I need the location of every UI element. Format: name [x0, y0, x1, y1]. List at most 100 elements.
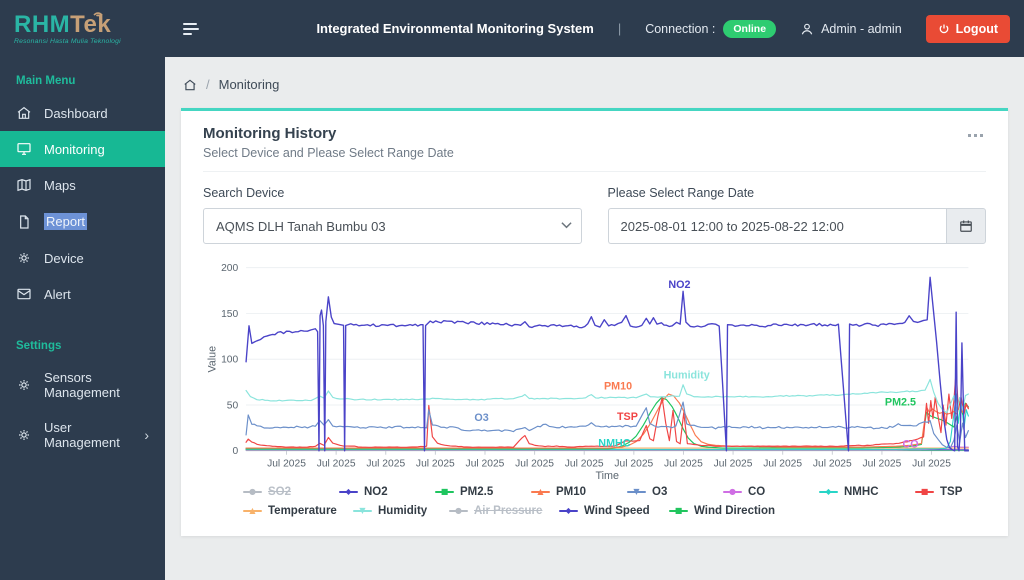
svg-text:CO: CO: [903, 438, 919, 450]
home-icon[interactable]: [183, 78, 197, 92]
legend-item-wind-speed[interactable]: ◆ Wind Speed: [559, 505, 669, 517]
legend-marker-icon: ■: [915, 487, 934, 497]
svg-text:NMHC: NMHC: [598, 437, 631, 449]
sidebar-item-monitoring[interactable]: Monitoring: [0, 131, 165, 167]
svg-text:PM10: PM10: [604, 381, 632, 393]
sidebar-item-device[interactable]: Device: [0, 240, 165, 276]
breadcrumb: / Monitoring: [183, 77, 1008, 92]
svg-text:Jul 2025: Jul 2025: [813, 458, 852, 469]
legend-label: PM2.5: [460, 486, 494, 498]
svg-text:Jul 2025: Jul 2025: [565, 458, 604, 469]
wifi-signal-icon: [93, 11, 103, 17]
search-device-label: Search Device: [203, 186, 285, 200]
logout-button[interactable]: Logout: [925, 14, 1010, 43]
logo-tagline: Resonansi Hasta Mulia Teknologi: [14, 37, 121, 45]
sidebar-item-label: Sensors Management: [44, 370, 120, 400]
device-select[interactable]: AQMS DLH Tanah Bumbu 03: [203, 208, 582, 244]
legend-marker-icon: ●: [449, 506, 468, 516]
legend-item-no2[interactable]: ◆ NO2: [339, 486, 435, 498]
header-divider: |: [617, 21, 622, 36]
sidebar-section-settings: Settings: [16, 340, 62, 352]
svg-text:Jul 2025: Jul 2025: [366, 458, 405, 469]
legend-marker-icon: ◆: [339, 487, 358, 497]
svg-text:TSP: TSP: [617, 411, 638, 423]
svg-text:Jul 2025: Jul 2025: [714, 458, 753, 469]
menu-toggle-icon[interactable]: [179, 19, 203, 39]
connection-status: Connection : Online: [645, 19, 777, 38]
connection-label: Connection :: [645, 21, 716, 36]
sidebar-item-dashboard[interactable]: Dashboard: [0, 95, 165, 131]
gear-icon: [19, 430, 29, 440]
legend-item-nmhc[interactable]: ◆ NMHC: [819, 486, 915, 498]
monitor-icon: [17, 143, 31, 155]
range-date-label: Please Select Range Date: [607, 186, 755, 200]
map-icon: [17, 178, 31, 192]
sidebar-item-label: Alert: [44, 286, 71, 302]
legend-item-pm10[interactable]: ▲ PM10: [531, 486, 627, 498]
legend-item-wind-direction[interactable]: ■ Wind Direction: [669, 505, 779, 517]
online-badge: Online: [723, 19, 777, 38]
legend-label: Wind Speed: [584, 505, 650, 517]
chart-legend: ● SO2 ◆ NO2 ■ PM2.5 ▲ PM10 ▼ O3 ● CO ◆ NMHC ■ TSP ▲ Tempe…: [203, 486, 986, 517]
main-content: / Monitoring Monitoring History Select D…: [165, 57, 1024, 580]
legend-label: TSP: [940, 486, 963, 498]
legend-marker-icon: ◆: [559, 506, 578, 516]
sidebar-item-label: User Management: [44, 420, 120, 450]
svg-text:50: 50: [227, 400, 239, 411]
sidebar-item-user-management[interactable]: User Management ›: [0, 410, 165, 460]
legend-label: Wind Direction: [694, 505, 776, 517]
legend-item-o3[interactable]: ▼ O3: [627, 486, 723, 498]
app-title: Integrated Environmental Monitoring Syst…: [316, 21, 594, 36]
sidebar-item-report[interactable]: Report: [0, 203, 165, 240]
breadcrumb-current: Monitoring: [218, 77, 280, 92]
legend-marker-icon: ●: [243, 487, 262, 497]
legend-label: SO2: [268, 486, 292, 498]
legend-item-tsp[interactable]: ■ TSP: [915, 486, 1011, 498]
legend-marker-icon: ▼: [353, 506, 372, 516]
sidebar-item-label: Device: [44, 250, 84, 266]
svg-text:Jul 2025: Jul 2025: [863, 458, 902, 469]
breadcrumb-separator: /: [206, 77, 210, 92]
svg-text:150: 150: [221, 309, 238, 320]
user-menu[interactable]: Admin - admin: [800, 22, 902, 36]
legend-marker-icon: ▲: [243, 506, 262, 516]
legend-label: CO: [748, 486, 766, 498]
svg-text:200: 200: [221, 263, 238, 274]
sidebar-item-label: Maps: [44, 177, 76, 193]
legend-item-pm2-5[interactable]: ■ PM2.5: [435, 486, 531, 498]
legend-item-air-pressure[interactable]: ● Air Pressure: [449, 505, 559, 517]
svg-text:Jul 2025: Jul 2025: [267, 458, 306, 469]
range-date-input[interactable]: [607, 208, 946, 244]
card-menu-icon[interactable]: [965, 131, 986, 140]
svg-text:NO2: NO2: [668, 279, 690, 291]
sidebar-item-maps[interactable]: Maps: [0, 167, 165, 203]
svg-text:0: 0: [233, 446, 239, 457]
monitoring-history-card: Monitoring History Select Device and Ple…: [181, 108, 1008, 536]
logo: RHMTek Resonansi Hasta Mulia Teknologi: [0, 10, 165, 45]
svg-text:PM2.5: PM2.5: [885, 396, 916, 408]
svg-text:Jul 2025: Jul 2025: [416, 458, 455, 469]
card-subtitle: Select Device and Please Select Range Da…: [203, 146, 454, 160]
svg-text:Jul 2025: Jul 2025: [317, 458, 356, 469]
legend-item-temperature[interactable]: ▲ Temperature: [243, 505, 353, 517]
legend-marker-icon: ■: [669, 506, 688, 516]
gear-icon: [19, 253, 29, 263]
calendar-icon: [960, 220, 972, 232]
calendar-button[interactable]: [946, 208, 986, 244]
legend-item-co[interactable]: ● CO: [723, 486, 819, 498]
sidebar-item-sensors-management[interactable]: Sensors Management: [0, 360, 165, 410]
svg-text:Time: Time: [595, 470, 619, 482]
svg-text:100: 100: [221, 355, 238, 366]
svg-text:Jul 2025: Jul 2025: [763, 458, 802, 469]
home-icon: [17, 106, 31, 119]
sidebar-item-alert[interactable]: Alert: [0, 276, 165, 312]
legend-item-so2[interactable]: ● SO2: [243, 486, 339, 498]
legend-label: Temperature: [268, 505, 337, 517]
logo-text-primary: RHM: [14, 10, 71, 38]
logout-label: Logout: [955, 21, 998, 36]
legend-marker-icon: ◆: [819, 487, 838, 497]
file-icon: [20, 214, 29, 229]
legend-label: Air Pressure: [474, 505, 543, 517]
svg-text:O3: O3: [474, 412, 488, 424]
legend-item-humidity[interactable]: ▼ Humidity: [353, 505, 449, 517]
